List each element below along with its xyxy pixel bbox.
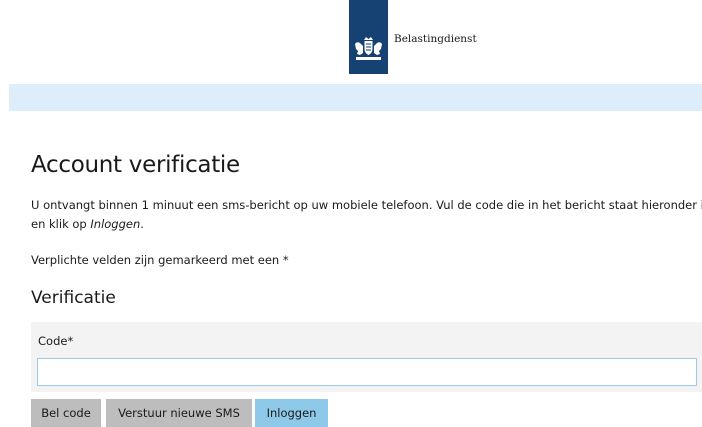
header-band (9, 84, 702, 111)
page: Belastingdienst Account verificatie U on… (0, 0, 702, 427)
site-header: Belastingdienst (0, 0, 702, 111)
intro-line-2: en klik op Inloggen. (31, 215, 702, 234)
rijkswapen-emblem-icon (355, 37, 382, 60)
verification-form: Code* (31, 322, 702, 392)
section-title-verificatie: Verificatie (31, 288, 116, 308)
intro-line-2-suffix: . (140, 217, 144, 231)
code-input[interactable] (37, 358, 697, 386)
code-label: Code* (38, 334, 74, 348)
intro-text: U ontvangt binnen 1 minuut een sms-beric… (31, 196, 702, 234)
intro-line-2-prefix: en klik op (31, 217, 91, 231)
logo-block[interactable] (349, 0, 388, 74)
inloggen-button[interactable]: Inloggen (255, 399, 328, 427)
page-title: Account verificatie (31, 152, 240, 178)
bel-code-button[interactable]: Bel code (31, 399, 101, 427)
intro-line-1: U ontvangt binnen 1 minuut een sms-beric… (31, 198, 702, 212)
verstuur-nieuwe-sms-button[interactable]: Verstuur nieuwe SMS (106, 399, 252, 427)
brand-name: Belastingdienst (394, 33, 477, 45)
required-fields-note: Verplichte velden zijn gemarkeerd met ee… (31, 253, 289, 267)
intro-inloggen-emphasis: Inloggen (90, 217, 141, 231)
